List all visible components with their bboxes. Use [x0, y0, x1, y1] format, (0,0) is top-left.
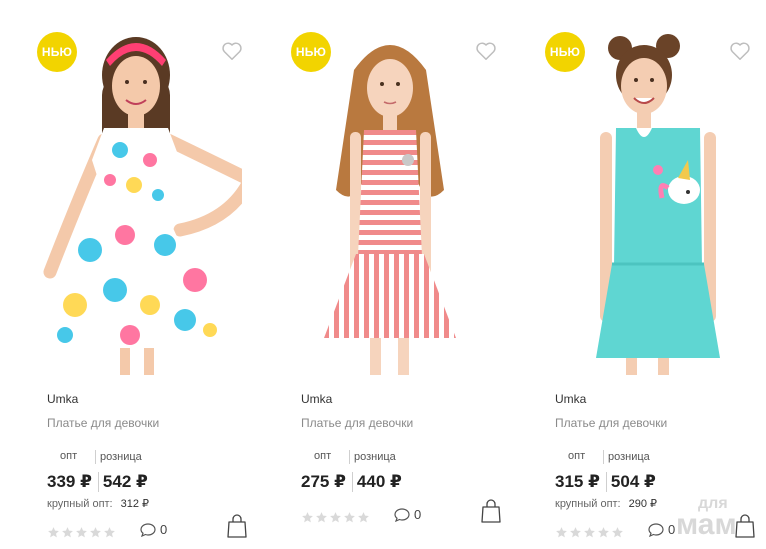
shopping-bag-icon[interactable]	[226, 514, 248, 538]
bulk-price-label: крупный опт:	[47, 498, 113, 510]
bulk-price-label: крупный опт:	[555, 498, 621, 510]
wholesale-price-label: опт	[568, 450, 586, 462]
product-card[interactable]: НЬЮ Umka Платье для девочки опт розница …	[508, 0, 762, 549]
bulk-price-value: 312 ₽	[120, 498, 150, 510]
retail-price: 504 ₽	[605, 472, 656, 492]
star-icon[interactable]	[103, 526, 116, 539]
star-icon[interactable]	[61, 526, 74, 539]
star-icon[interactable]	[315, 511, 328, 524]
wholesale-price: 315 ₽	[555, 472, 600, 491]
product-photo[interactable]	[30, 20, 242, 375]
rating-stars[interactable]	[555, 526, 624, 539]
comments-count[interactable]: 0	[668, 522, 675, 537]
rating-stars[interactable]	[47, 526, 116, 539]
star-icon[interactable]	[597, 526, 610, 539]
comments-link[interactable]: 0	[394, 507, 421, 522]
product-name[interactable]: Платье для девочки	[301, 416, 413, 430]
product-brand[interactable]: Umka	[555, 392, 586, 406]
star-icon[interactable]	[343, 511, 356, 524]
star-icon[interactable]	[569, 526, 582, 539]
rating-stars[interactable]	[301, 511, 370, 524]
star-icon[interactable]	[89, 526, 102, 539]
heart-outline-icon[interactable]	[475, 40, 497, 62]
heart-outline-icon[interactable]	[729, 40, 751, 62]
watermark-line2: мам	[676, 508, 737, 541]
star-icon[interactable]	[75, 526, 88, 539]
bulk-price: крупный опт: 312 ₽	[47, 497, 149, 510]
retail-price: 440 ₽	[351, 472, 402, 492]
product-brand[interactable]: Umka	[301, 392, 332, 406]
heart-outline-icon[interactable]	[221, 40, 243, 62]
new-badge: НЬЮ	[545, 32, 585, 72]
speech-bubble-icon	[648, 522, 664, 537]
product-brand[interactable]: Umka	[47, 392, 78, 406]
product-photo[interactable]	[538, 20, 750, 375]
girl-in-turquoise-dress-image	[596, 34, 720, 375]
retail-price: 542 ₽	[97, 472, 148, 492]
speech-bubble-icon	[394, 507, 410, 522]
star-icon[interactable]	[47, 526, 60, 539]
star-icon[interactable]	[357, 511, 370, 524]
retail-price-label: розница	[349, 450, 396, 464]
product-name[interactable]: Платье для девочки	[555, 416, 667, 430]
comments-count[interactable]: 0	[160, 522, 167, 537]
wholesale-price: 339 ₽	[47, 472, 92, 491]
girl-in-floral-dress-image	[43, 37, 242, 375]
speech-bubble-icon	[140, 522, 156, 537]
retail-price-label: розница	[95, 450, 142, 464]
comments-link[interactable]: 0	[140, 522, 167, 537]
star-icon[interactable]	[555, 526, 568, 539]
wholesale-price-label: опт	[314, 450, 332, 462]
watermark-logo: для мам	[676, 496, 766, 549]
star-icon[interactable]	[329, 511, 342, 524]
new-badge: НЬЮ	[37, 32, 77, 72]
bulk-price: крупный опт: 290 ₽	[555, 497, 657, 510]
bulk-price-value: 290 ₽	[628, 498, 658, 510]
product-photo[interactable]	[284, 20, 496, 375]
product-card[interactable]: НЬЮ Umka Платье для девочки опт розница …	[0, 0, 254, 549]
star-icon[interactable]	[611, 526, 624, 539]
star-icon[interactable]	[583, 526, 596, 539]
girl-in-striped-dress-image	[324, 45, 456, 375]
retail-price-label: розница	[603, 450, 650, 464]
comments-count[interactable]: 0	[414, 507, 421, 522]
star-icon[interactable]	[301, 511, 314, 524]
wholesale-price-label: опт	[60, 450, 78, 462]
product-name[interactable]: Платье для девочки	[47, 416, 159, 430]
wholesale-price: 275 ₽	[301, 472, 346, 491]
product-card[interactable]: НЬЮ Umka Платье для девочки опт розница …	[254, 0, 508, 549]
shopping-bag-icon[interactable]	[480, 499, 502, 523]
comments-link[interactable]: 0	[648, 522, 675, 537]
new-badge: НЬЮ	[291, 32, 331, 72]
